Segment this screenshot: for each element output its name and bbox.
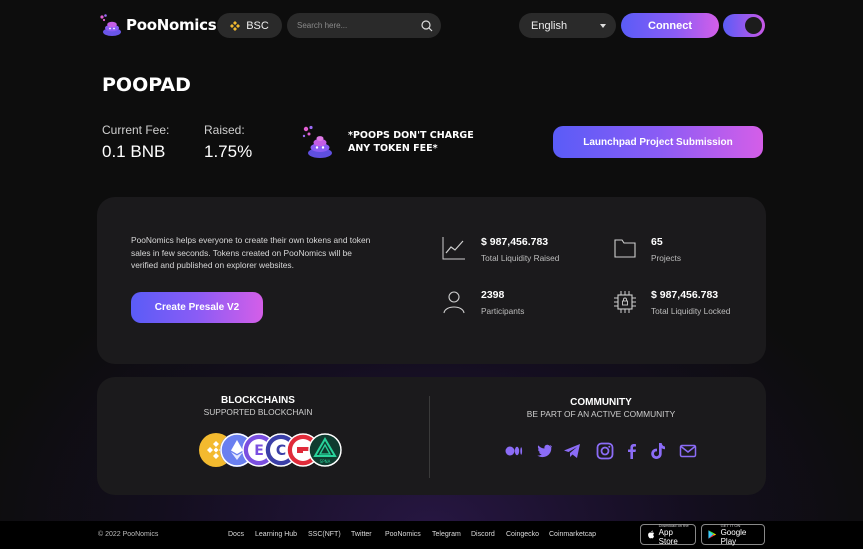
launchpad-submission-button[interactable]: Launchpad Project Submission [553,126,763,158]
stat-label-projects: Projects [651,253,681,263]
footer-link-twitter[interactable]: Twitter [351,531,372,538]
blockchains-title: BLOCKCHAINS [221,395,295,406]
google-play-button[interactable]: GET IT ON Google Play [701,523,765,546]
footer-link-ssc-nft[interactable]: SSC(NFT) [308,531,341,538]
google-play-text: GET IT ON Google Play [720,523,747,546]
chain-label: BSC [246,19,269,32]
facebook-icon[interactable] [623,442,641,460]
stat-label-liquidity-locked: Total Liquidity Locked [651,306,731,316]
chain-caption: SPNA [320,459,331,464]
apple-icon [648,530,655,539]
chart-line-icon [442,237,465,260]
stat-value-liquidity-raised: $ 987,456.783 [481,236,549,248]
svg-text:E: E [254,443,264,459]
fee-note-line2: ANY TOKEN FEE* [348,143,438,154]
community-title: COMMUNITY [570,397,632,408]
connect-button[interactable]: Connect [621,13,719,38]
footer: © 2022 PooNomics Docs Learning Hub SSC(N… [0,521,863,549]
folder-icon [614,239,636,258]
stat-value-liquidity-locked: $ 987,456.783 [651,289,719,301]
page-title: POOPAD [102,74,191,96]
footer-link-discord[interactable]: Discord [471,531,495,538]
twitter-icon[interactable] [535,442,553,460]
search-input[interactable] [297,21,421,30]
telegram-icon[interactable] [563,442,581,460]
current-fee-label: Current Fee: [102,123,170,137]
language-select[interactable]: English [519,13,616,38]
stat-label-participants: Participants [481,306,525,316]
mail-icon[interactable] [679,442,697,460]
toggle-knob [745,17,762,34]
google-play-icon [708,530,717,539]
user-icon [443,291,465,314]
chip-lock-icon [614,291,636,313]
raised-label: Raised: [204,123,245,137]
community-subtitle: BE PART OF AN ACTIVE COMMUNITY [526,409,676,419]
logo-text: PooNomics [126,16,217,34]
medium-icon[interactable] [505,442,523,460]
stat-value-projects: 65 [651,236,663,248]
app-store-text: Download on the App Store [658,523,689,546]
about-text: PooNomics helps everyone to create their… [131,235,371,270]
search-box [287,13,441,38]
top-header: PooNomics BSC English Connect [0,0,863,52]
caret-down-icon [600,23,606,28]
raised-value: 1.75% [204,142,253,161]
create-presale-button[interactable]: Create Presale V2 [131,292,263,323]
theme-toggle[interactable] [723,14,765,37]
footer-link-docs[interactable]: Docs [228,531,244,538]
chain-selector[interactable]: BSC [217,13,282,38]
arbitrum-icon[interactable]: SPNA [308,433,342,467]
footer-link-coinmarketcap[interactable]: Coinmarketcap [549,531,596,538]
poop-logo-icon [100,14,121,36]
logo[interactable]: PooNomics [98,13,217,37]
instagram-icon[interactable] [596,442,614,460]
poop-mascot-icon [302,125,332,158]
tiktok-icon[interactable] [649,442,667,460]
app-store-button[interactable]: Download on the App Store [640,523,696,546]
footer-link-telegram[interactable]: Telegram [432,531,461,538]
copyright-text: © 2022 PooNomics [98,531,159,538]
bsc-icon [230,20,241,31]
svg-text:C: C [276,443,286,459]
stat-value-participants: 2398 [481,289,505,301]
search-icon[interactable] [421,19,433,32]
overview-card [97,197,766,364]
language-value: English [531,19,568,32]
footer-link-coingecko[interactable]: Coingecko [506,531,539,538]
stat-label-liquidity-raised: Total Liquidity Raised [481,253,560,263]
section-divider [429,396,430,478]
footer-link-poonomics[interactable]: PooNomics [385,531,421,538]
blockchains-subtitle: SUPPORTED BLOCKCHAIN [203,407,313,417]
current-fee-value: 0.1 BNB [102,142,166,161]
fee-note-line1: *POOPS DON'T CHARGE [348,130,474,141]
fee-note: *POOPS DON'T CHARGE ANY TOKEN FEE* [348,129,488,155]
footer-link-learning-hub[interactable]: Learning Hub [255,531,297,538]
